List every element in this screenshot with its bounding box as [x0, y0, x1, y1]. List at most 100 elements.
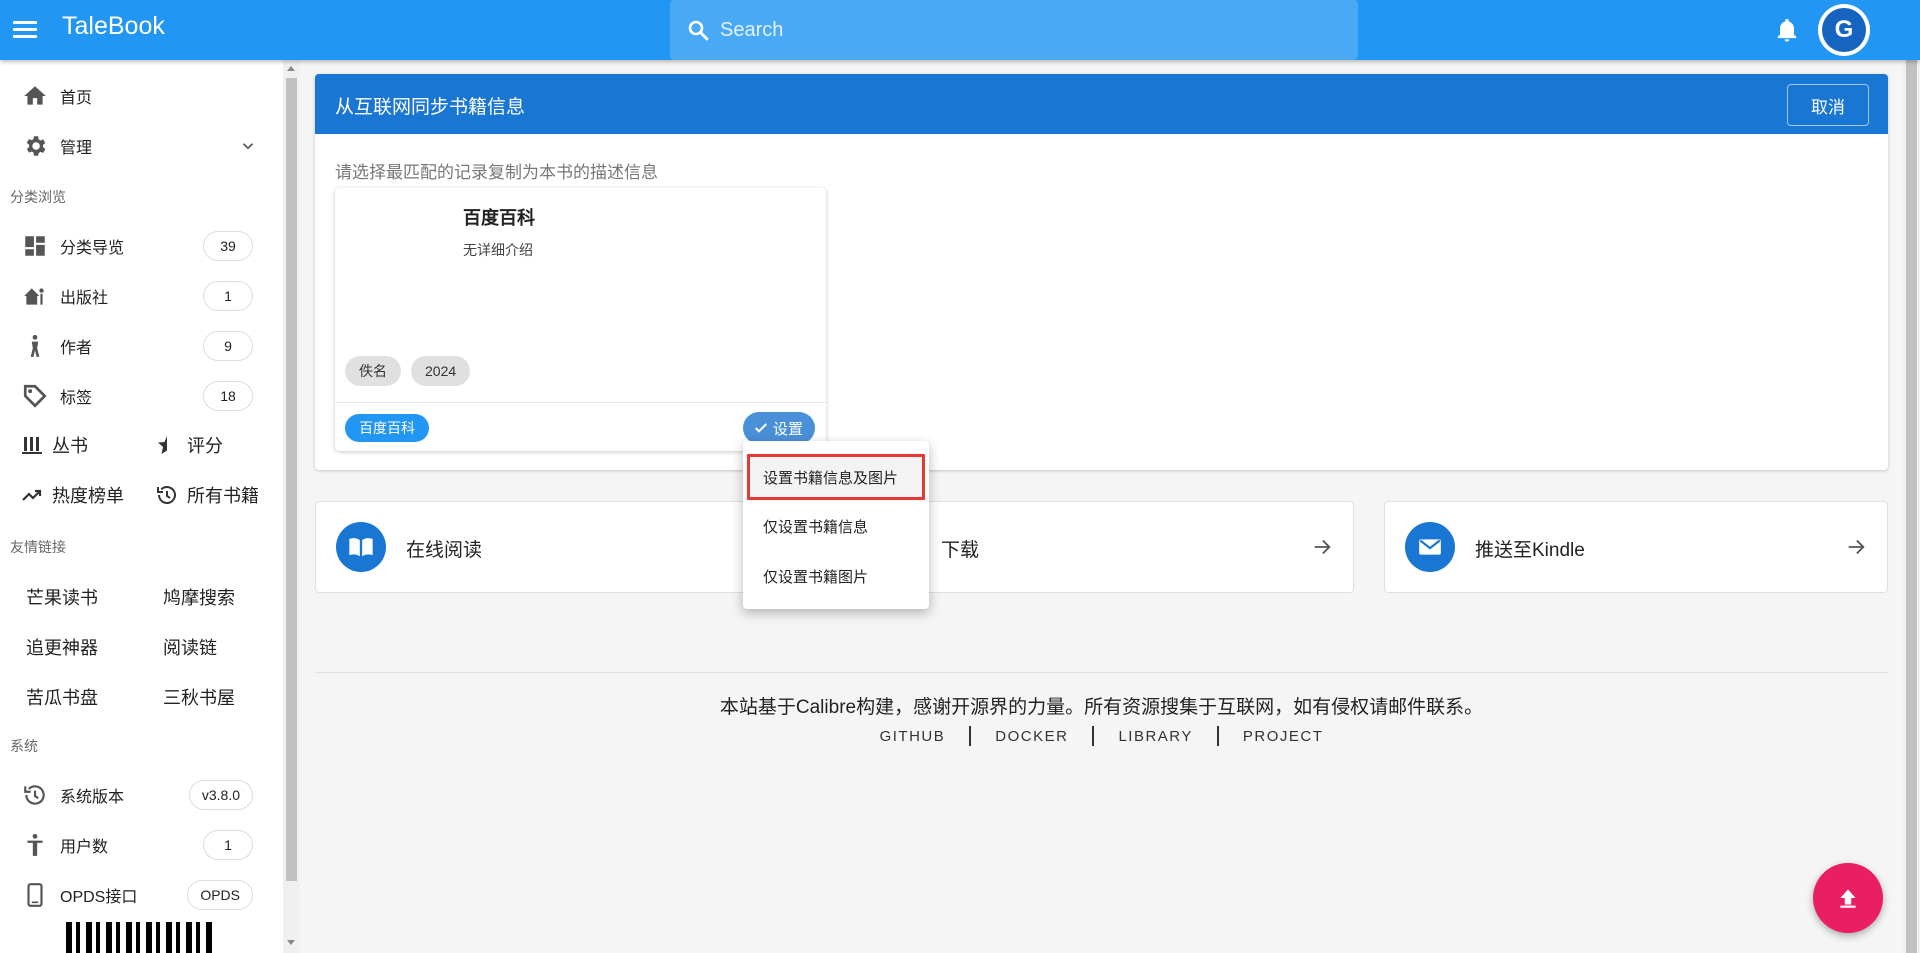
menu-item-set-info-and-cover[interactable]: 设置书籍信息及图片: [746, 453, 926, 501]
result-title: 百度百科: [463, 208, 535, 228]
count-badge: 1: [203, 281, 253, 311]
set-button[interactable]: 设置: [743, 412, 816, 444]
phone-icon: [27, 883, 43, 907]
sidebar-item-label: 热度榜单: [52, 486, 124, 506]
kindle-card[interactable]: 推送至Kindle: [1384, 501, 1888, 593]
sidebar-item-opds[interactable]: OPDS接口 OPDS: [0, 872, 283, 918]
friend-link-6[interactable]: 三秋书屋: [163, 684, 235, 710]
action-label: 下载: [941, 540, 980, 561]
history-icon: [24, 785, 45, 805]
qr-code-image: [66, 922, 216, 953]
menu-item-set-info-only[interactable]: 仅设置书籍信息: [743, 502, 929, 550]
page-scrollbar[interactable]: [1903, 60, 1920, 953]
friend-link-2[interactable]: 鸠摩搜索: [163, 584, 235, 610]
divider: [335, 402, 826, 403]
sidebar-scrollbar[interactable]: [283, 60, 300, 953]
footer-divider: [315, 672, 1888, 673]
author-chip: 佚名: [345, 356, 401, 386]
chevron-down-icon: [242, 143, 254, 150]
action-label: 推送至Kindle: [1475, 540, 1585, 561]
sidebar-item-label: 作者: [60, 340, 93, 357]
page-scrollbar-thumb[interactable]: [1906, 60, 1917, 953]
trending-up-icon: [22, 489, 42, 501]
scroll-top-button[interactable]: [1813, 863, 1883, 933]
sidebar-item-manage[interactable]: 管理: [0, 123, 283, 169]
sidebar-item-rating[interactable]: 评分: [155, 425, 223, 465]
sidebar-item-version[interactable]: 系统版本 v3.8.0: [0, 772, 283, 818]
action-label: 在线阅读: [406, 540, 483, 561]
sidebar-item-users[interactable]: 用户数 1: [0, 822, 283, 868]
dashboard-icon: [25, 236, 45, 256]
footer-link-github[interactable]: GITHUB: [856, 728, 970, 745]
bell-icon[interactable]: [1773, 16, 1801, 44]
mail-icon: [1405, 522, 1455, 572]
footer-link-docker[interactable]: DOCKER: [971, 728, 1092, 745]
year-chip: 2024: [411, 356, 471, 386]
friend-link-5[interactable]: 苦瓜书盘: [26, 684, 98, 710]
person-walking-icon: [30, 334, 40, 357]
menu-icon[interactable]: [10, 14, 40, 44]
count-badge: 9: [203, 331, 253, 361]
sidebar-item-label: 首页: [60, 90, 93, 107]
sidebar-item-label: 出版社: [60, 290, 109, 307]
section-title-system: 系统: [10, 738, 38, 754]
sidebar-item-label: 丛书: [52, 436, 88, 456]
sync-hint: 请选择最匹配的记录复制为本书的描述信息: [335, 163, 658, 182]
gear-icon: [26, 136, 46, 156]
count-badge: 39: [203, 231, 253, 261]
cancel-button[interactable]: 取消: [1787, 84, 1869, 126]
opds-badge: OPDS: [187, 880, 253, 910]
sidebar-item-series[interactable]: 丛书: [20, 425, 88, 465]
star-half-icon: [158, 436, 167, 454]
scroll-down-icon[interactable]: [287, 940, 295, 945]
app-title[interactable]: TaleBook: [62, 12, 165, 41]
sidebar-item-label: 系统版本: [60, 789, 125, 806]
search-box[interactable]: [670, 0, 1358, 60]
footer-text: 本站基于Calibre构建，感谢开源界的力量。所有资源搜集于互联网，如有侵权请邮…: [719, 697, 1484, 718]
house-icon: [24, 288, 44, 305]
menu-item-set-cover-only[interactable]: 仅设置书籍图片: [743, 552, 929, 600]
arrow-right-icon: [1848, 539, 1865, 555]
sidebar-item-home[interactable]: 首页: [0, 73, 283, 119]
sidebar-item-tags[interactable]: 标签 18: [0, 373, 283, 419]
sidebar-item-label: 分类导览: [60, 240, 125, 257]
friend-link-4[interactable]: 阅读链: [163, 634, 217, 660]
sidebar-item-label: 所有书籍: [187, 486, 259, 506]
sidebar-scrollbar-thumb[interactable]: [286, 78, 297, 881]
source-chip[interactable]: 百度百科: [345, 414, 429, 442]
count-badge: 1: [203, 830, 253, 860]
avatar[interactable]: G: [1818, 4, 1870, 56]
tag-icon: [23, 384, 47, 408]
search-icon: [688, 20, 709, 41]
sidebar-item-author[interactable]: 作者 9: [0, 323, 283, 369]
sidebar-item-categories[interactable]: 分类导览 39: [0, 223, 283, 269]
sidebar-item-label: 用户数: [60, 839, 109, 856]
set-options-menu: 设置书籍信息及图片 仅设置书籍信息 仅设置书籍图片: [743, 441, 929, 609]
sidebar-item-label: 评分: [187, 436, 223, 456]
scroll-up-icon[interactable]: [287, 66, 295, 71]
sidebar-item-hot[interactable]: 热度榜单: [20, 475, 124, 515]
version-badge: v3.8.0: [188, 780, 253, 810]
sync-card-header: 从互联网同步书籍信息 取消: [315, 74, 1888, 134]
sync-card: 从互联网同步书籍信息 取消 请选择最匹配的记录复制为本书的描述信息 百度百科 无…: [315, 74, 1888, 470]
section-title-browse: 分类浏览: [10, 189, 66, 205]
search-result-card[interactable]: 百度百科 无详细介绍 佚名 2024 百度百科 设置: [335, 188, 826, 451]
history-icon: [157, 486, 176, 504]
sidebar-item-label: OPDS接口: [60, 889, 138, 906]
avatar-logo-icon: G: [1822, 8, 1866, 52]
upload-icon: [1840, 889, 1856, 908]
friend-link-1[interactable]: 芒果读书: [26, 584, 98, 610]
sidebar-item-publisher[interactable]: 出版社 1: [0, 273, 283, 319]
friend-link-3[interactable]: 追更神器: [26, 634, 98, 660]
sidebar-item-all-books[interactable]: 所有书籍: [155, 475, 259, 515]
footer-link-project[interactable]: PROJECT: [1219, 728, 1348, 745]
library-icon: [22, 437, 42, 454]
result-description: 无详细介绍: [463, 242, 533, 258]
search-input[interactable]: [720, 12, 1320, 48]
person-icon: [27, 833, 43, 856]
footer-link-library[interactable]: LIBRARY: [1094, 728, 1216, 745]
section-title-links: 友情链接: [10, 539, 66, 555]
sidebar-item-label: 管理: [60, 140, 93, 157]
sidebar-item-label: 标签: [60, 390, 93, 407]
set-button-label: 设置: [773, 420, 804, 438]
